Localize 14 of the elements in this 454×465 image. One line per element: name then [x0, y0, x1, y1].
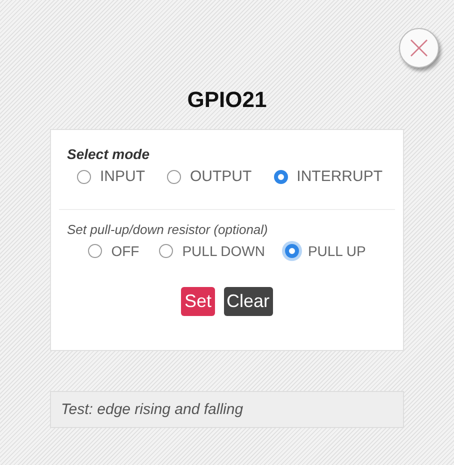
radio-option[interactable]: OUTPUT [167, 168, 252, 185]
set-button[interactable]: Set [181, 287, 214, 316]
close-icon [408, 37, 430, 59]
radio-option[interactable]: PULL DOWN [159, 243, 265, 259]
clear-button[interactable]: Clear [224, 287, 273, 316]
close-button[interactable] [399, 28, 439, 68]
radio-option[interactable]: INPUT [77, 168, 145, 185]
radio-option[interactable]: OFF [88, 243, 140, 259]
dialog-title: GPIO21 [186, 86, 268, 114]
status-message: Test: edge rising and falling [50, 391, 404, 428]
section-label: Set pull-up/down resistor (optional) [67, 222, 269, 237]
radio-option[interactable]: INTERRUPT [274, 168, 383, 185]
radio-option[interactable]: PULL UP [284, 243, 366, 259]
section-label: Select mode [67, 146, 150, 162]
